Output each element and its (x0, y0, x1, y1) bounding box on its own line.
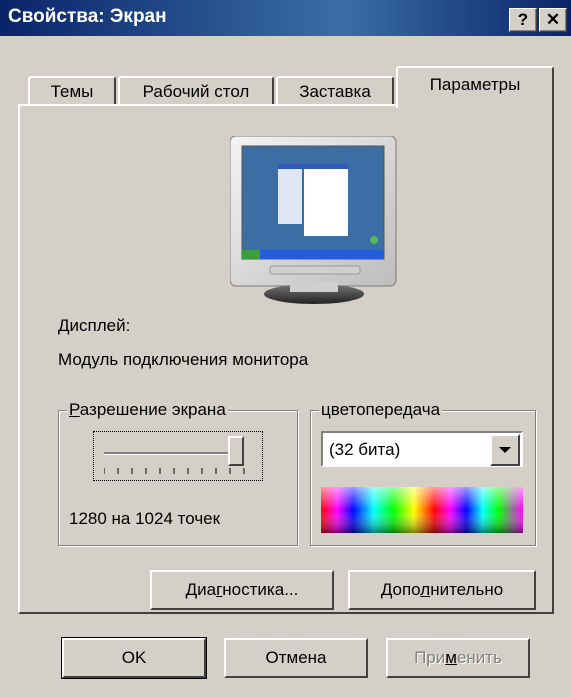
color-group: цветопередача (32 бита) (310, 400, 536, 546)
apply-button[interactable]: Применить (386, 638, 530, 678)
help-button[interactable]: ? (509, 8, 537, 32)
ok-button[interactable]: OK (61, 637, 207, 679)
dropdown-arrow-icon (499, 447, 511, 453)
tab-label: Заставка (299, 82, 371, 101)
resolution-slider[interactable] (93, 431, 263, 481)
dropdown-button[interactable] (490, 434, 520, 466)
resolution-group: Разрешение экрана 1280 на 1024 точек (58, 400, 298, 546)
settings-panel: Дисплей: Модуль подключения монитора Раз… (18, 104, 554, 614)
slider-thumb[interactable] (228, 436, 244, 466)
resolution-group-label: Разрешение экрана (67, 400, 228, 420)
close-icon: ✕ (545, 10, 561, 29)
cancel-label: Отмена (265, 648, 327, 667)
color-spectrum-bar (321, 487, 523, 533)
tab-label: Рабочий стол (142, 82, 250, 101)
cancel-button[interactable]: Отмена (224, 638, 368, 678)
color-depth-select[interactable]: (32 бита) (321, 431, 523, 467)
resolution-value: 1280 на 1024 точек (69, 509, 221, 528)
tab-desktop[interactable]: Рабочий стол (118, 76, 274, 106)
display-value: Модуль подключения монитора (58, 350, 309, 369)
ok-label: OK (121, 648, 147, 667)
help-icon: ? (517, 10, 529, 29)
tab-label: Темы (50, 82, 94, 101)
tab-label: Параметры (429, 75, 521, 94)
color-group-label: цветопередача (319, 400, 443, 420)
tab-themes[interactable]: Темы (28, 76, 116, 106)
display-properties-window: Свойства: Экран ? ✕ Темы Рабочий стол За… (0, 0, 571, 697)
tab-settings[interactable]: Параметры (396, 66, 554, 108)
slider-track (104, 452, 244, 455)
monitor-preview-icon (230, 136, 397, 304)
color-depth-value: (32 бита) (329, 440, 401, 459)
display-label: Дисплей: (58, 316, 131, 335)
advanced-button[interactable]: Дополнительно (348, 570, 536, 610)
tab-screensaver[interactable]: Заставка (276, 76, 394, 106)
slider-ticks (104, 468, 245, 474)
title-bar[interactable]: Свойства: Экран ? ✕ (0, 0, 571, 36)
close-button[interactable]: ✕ (539, 8, 567, 32)
window-title: Свойства: Экран (8, 6, 167, 27)
troubleshoot-button[interactable]: Диагностика... (150, 570, 334, 610)
